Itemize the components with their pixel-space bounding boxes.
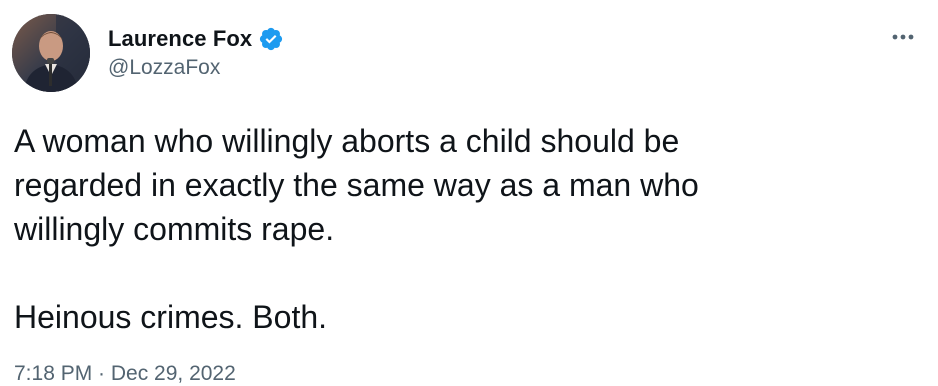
tweet-text-line: willingly commits rape. <box>14 211 335 247</box>
tweet-text-line: Heinous crimes. Both. <box>14 299 328 335</box>
avatar-image <box>12 14 90 92</box>
tweet-text-line: A woman who willingly aborts a child sho… <box>14 123 680 159</box>
author-handle[interactable]: @LozzaFox <box>108 56 284 80</box>
name-row: Laurence Fox <box>108 24 284 54</box>
tweet-card: Laurence Fox @LozzaFox A woman who willi… <box>0 0 938 385</box>
avatar[interactable] <box>12 14 90 92</box>
more-options-button[interactable] <box>886 23 920 51</box>
verified-badge-icon <box>258 26 284 52</box>
tweet-timestamp[interactable]: 7:18 PM · Dec 29, 2022 <box>14 362 236 386</box>
display-name[interactable]: Laurence Fox <box>108 26 252 52</box>
tweet-text-line: regarded in exactly the same way as a ma… <box>14 167 699 203</box>
author-block: Laurence Fox @LozzaFox <box>108 24 284 80</box>
more-options-icon <box>892 34 914 40</box>
tweet-text: A woman who willingly aborts a child sho… <box>14 119 914 339</box>
